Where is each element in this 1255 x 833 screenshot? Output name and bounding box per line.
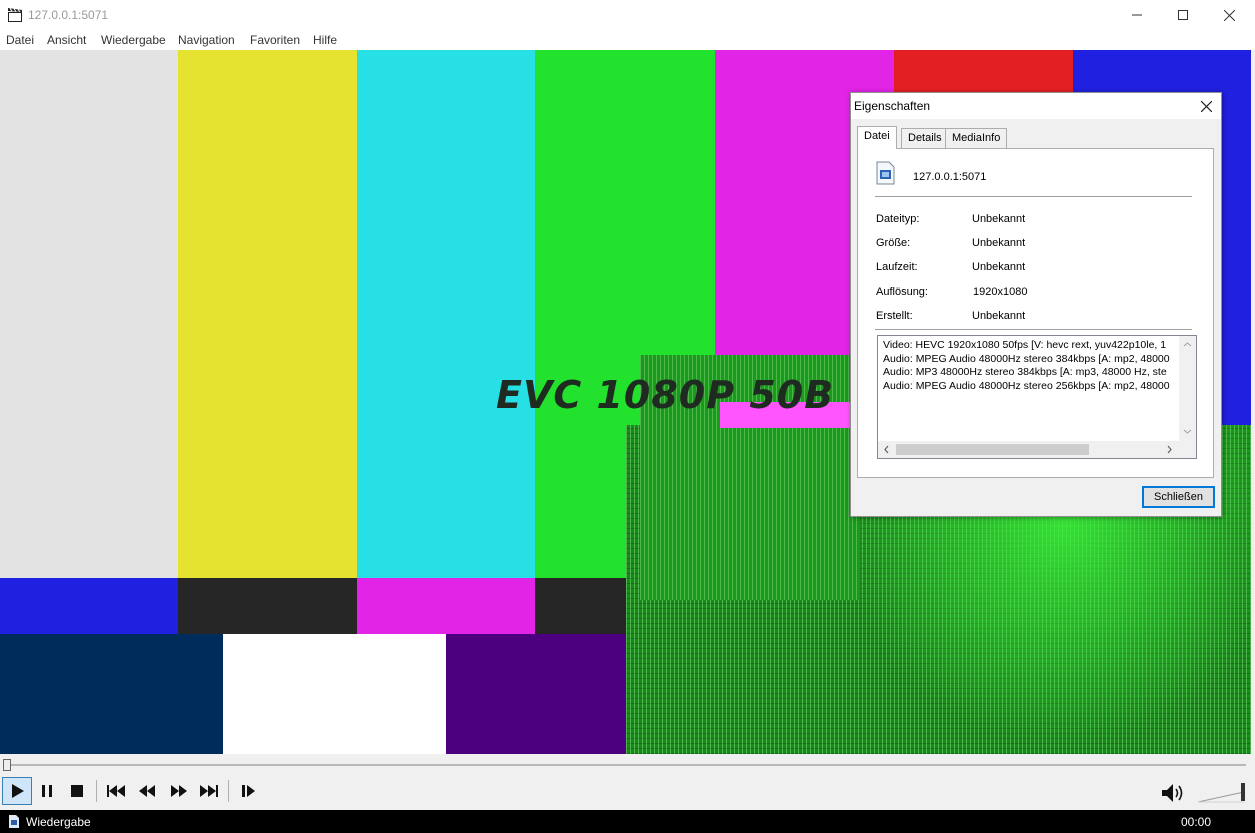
fast-forward-button[interactable]: [164, 777, 194, 805]
maximize-button[interactable]: [1160, 0, 1206, 30]
speaker-icon[interactable]: [1160, 782, 1186, 804]
color-bar: [0, 50, 178, 578]
play-icon: [12, 784, 24, 798]
close-button[interactable]: [1206, 0, 1252, 30]
properties-dialog: Eigenschaften Datei Details MediaInfo 12…: [850, 92, 1222, 517]
color-bar: [357, 50, 535, 578]
dialog-title: Eigenschaften: [854, 99, 931, 113]
next-icon: [200, 785, 218, 797]
horizontal-scrollbar[interactable]: [878, 441, 1196, 458]
frame-step-button[interactable]: [234, 777, 264, 805]
menu-wiedergabe[interactable]: Wiedergabe: [101, 33, 166, 47]
fast-forward-icon: [171, 785, 187, 797]
stream-line: Audio: MP3 48000Hz stereo 384kbps [A: mp…: [883, 366, 1167, 379]
color-bar: [357, 578, 535, 634]
clapperboard-icon: [8, 8, 22, 22]
minimize-button[interactable]: [1114, 0, 1160, 30]
stream-line: Audio: MPEG Audio 48000Hz stereo 256kbps…: [883, 379, 1170, 392]
close-icon: [1200, 100, 1212, 112]
play-button[interactable]: [2, 777, 32, 805]
status-text: Wiedergabe: [26, 815, 91, 829]
close-icon: [1223, 9, 1235, 21]
property-label: Erstellt:: [876, 310, 913, 322]
stream-line: Video: HEVC 1920x1080 50fps [V: hevc rex…: [883, 339, 1167, 351]
media-file-icon: [876, 161, 895, 185]
title-bar: 127.0.0.1:5071: [0, 0, 1255, 30]
playback-toolbar: [0, 774, 1255, 810]
stop-icon: [71, 785, 83, 797]
menu-navigation[interactable]: Navigation: [178, 33, 235, 47]
tab-panel: 127.0.0.1:5071 Dateityp: Unbekannt Größe…: [857, 148, 1214, 478]
dialog-title-bar[interactable]: Eigenschaften: [851, 93, 1221, 119]
previous-button[interactable]: [101, 777, 131, 805]
color-bar: [178, 578, 357, 634]
stream-list: Video: HEVC 1920x1080 50fps [V: hevc rex…: [883, 339, 1175, 393]
status-bar: Wiedergabe 00:00: [0, 810, 1255, 833]
rewind-icon: [139, 785, 155, 797]
minimize-icon: [1132, 14, 1142, 16]
property-label: Laufzeit:: [876, 261, 918, 273]
menu-ansicht[interactable]: Ansicht: [47, 33, 86, 47]
property-label: Größe:: [876, 237, 911, 249]
menu-bar: Datei Ansicht Wiedergabe Navigation Favo…: [0, 30, 1255, 50]
chevron-down-icon[interactable]: [1179, 425, 1196, 439]
stream-info-textbox[interactable]: Video: HEVC 1920x1080 50fps [V: hevc rex…: [877, 335, 1197, 459]
file-name: 127.0.0.1:5071: [913, 171, 987, 183]
volume-slider[interactable]: [1196, 780, 1248, 804]
tab-details[interactable]: Details: [901, 128, 949, 148]
color-bar: [446, 634, 626, 754]
time-display: 00:00: [1180, 815, 1211, 829]
maximize-icon: [1178, 10, 1188, 20]
property-value: Unbekannt: [972, 213, 1026, 225]
pause-button[interactable]: [32, 777, 62, 805]
video-overlay-text: EVC 1080P 50B: [496, 373, 835, 417]
vertical-scrollbar[interactable]: [1179, 336, 1196, 441]
color-bar: [223, 634, 446, 754]
toolbar-separator: [96, 780, 97, 802]
stream-line: Audio: MPEG Audio 48000Hz stereo 384kbps…: [883, 352, 1170, 365]
tab-mediainfo[interactable]: MediaInfo: [945, 128, 1008, 148]
color-bar: [0, 578, 178, 634]
property-value: Unbekannt: [972, 237, 1026, 249]
chevron-left-icon[interactable]: [880, 441, 894, 458]
rewind-button[interactable]: [132, 777, 162, 805]
dialog-close-button[interactable]: [1197, 97, 1215, 115]
chevron-up-icon[interactable]: [1179, 338, 1196, 352]
previous-icon: [107, 785, 125, 797]
property-label: Auflösung:: [876, 286, 928, 298]
property-value: Unbekannt: [972, 310, 1026, 322]
property-label: Dateityp:: [876, 213, 920, 225]
document-icon: [9, 815, 19, 828]
color-bar: [0, 634, 223, 754]
frame-step-icon: [242, 785, 255, 797]
divider: [875, 329, 1192, 330]
color-bar: [178, 50, 357, 578]
color-bar: [535, 578, 626, 634]
menu-datei[interactable]: Datei: [6, 33, 34, 47]
window-border: [1251, 50, 1255, 754]
stop-button[interactable]: [62, 777, 92, 805]
toolbar-separator: [228, 780, 229, 802]
property-value: Unbekannt: [972, 261, 1026, 273]
close-dialog-button[interactable]: Schließen: [1142, 486, 1215, 508]
property-value: 1920x1080: [973, 286, 1028, 298]
seek-bar[interactable]: [0, 754, 1255, 774]
window-title: 127.0.0.1:5071: [28, 8, 109, 22]
pause-icon: [42, 785, 52, 797]
seek-thumb[interactable]: [3, 759, 11, 771]
tab-datei[interactable]: Datei: [857, 126, 897, 149]
chevron-right-icon[interactable]: [1162, 441, 1176, 458]
next-button[interactable]: [194, 777, 224, 805]
menu-favoriten[interactable]: Favoriten: [250, 33, 300, 47]
menu-hilfe[interactable]: Hilfe: [313, 33, 337, 47]
scroll-thumb[interactable]: [896, 444, 1089, 455]
seek-track[interactable]: [6, 764, 1246, 766]
divider: [875, 196, 1192, 197]
